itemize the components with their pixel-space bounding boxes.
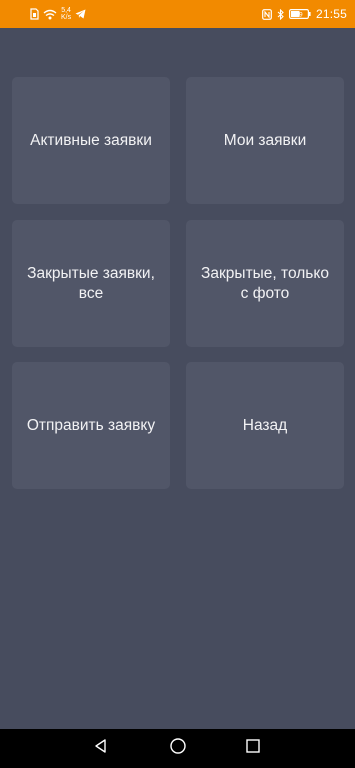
battery-level: 49 [295, 12, 303, 19]
clock: 21:55 [315, 7, 347, 21]
back-button[interactable]: Назад [186, 362, 344, 489]
nav-back-button[interactable] [81, 729, 121, 768]
my-requests-button[interactable]: Мои заявки [186, 77, 344, 204]
battery-icon: 49 [288, 9, 311, 19]
closed-with-photo-button[interactable]: Закрытые, только с фото [186, 220, 344, 347]
nav-home-button[interactable] [158, 729, 198, 768]
telegram-icon [75, 9, 86, 19]
bluetooth-icon [277, 8, 284, 20]
home-icon [169, 737, 187, 760]
back-icon [93, 738, 109, 759]
network-speed-unit: K/s [61, 14, 72, 21]
status-bar-right: 49 21:55 [262, 6, 347, 22]
send-request-button[interactable]: Отправить заявку [12, 362, 170, 489]
recents-icon [245, 738, 261, 759]
navigation-bar [0, 729, 355, 768]
active-requests-button[interactable]: Активные заявки [12, 77, 170, 204]
network-speed: 5,4 K/s [61, 7, 71, 21]
closed-requests-all-button[interactable]: Закрытые заявки, все [12, 220, 170, 347]
nav-recents-button[interactable] [233, 729, 273, 768]
status-bar: 5,4 K/s 49 21:55 [0, 0, 355, 28]
nfc-icon [262, 8, 272, 20]
wifi-icon [43, 9, 57, 20]
network-speed-value: 5,4 [61, 7, 71, 14]
sim-card-icon [30, 8, 39, 20]
status-bar-left: 5,4 K/s [30, 6, 86, 22]
